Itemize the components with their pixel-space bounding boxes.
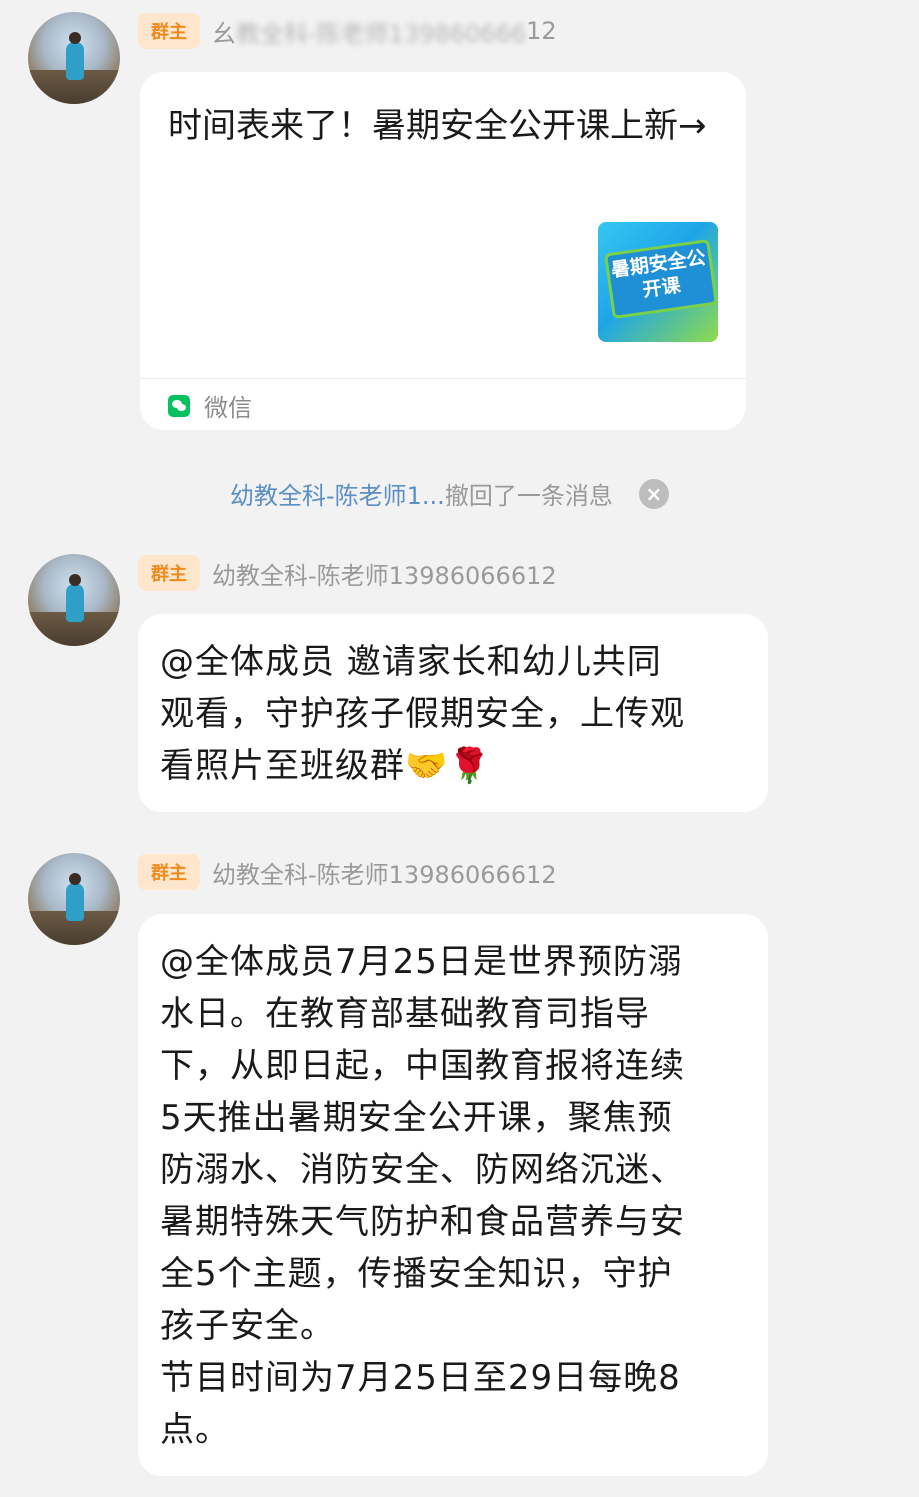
recall-text: 撤回了一条消息 bbox=[444, 482, 613, 510]
close-icon[interactable]: × bbox=[638, 478, 669, 509]
card-thumbnail: 暑期安全公开课 bbox=[598, 222, 718, 342]
link-card-message[interactable]: 时间表来了！暑期安全公开课上新→ 暑期安全公开课 微信 bbox=[140, 72, 746, 430]
sender-name-prefix: 幺 bbox=[212, 19, 236, 48]
group-owner-badge: 群主 bbox=[138, 854, 200, 890]
chat-window: 群主 幺 教全科-陈老师139860666 12 时间表来了！暑期安全公开课上新… bbox=[0, 0, 919, 1497]
sender-row: 群主 幺 教全科-陈老师139860666 12 bbox=[138, 12, 557, 50]
recall-notice: 幼教全科-陈老师1... 撤回了一条消息 × bbox=[230, 476, 669, 511]
card-source-label: 微信 bbox=[204, 394, 252, 422]
recall-sender-link[interactable]: 幼教全科-陈老师1... bbox=[230, 476, 445, 511]
sender-row: 群主 幼教全科-陈老师13986066612 bbox=[138, 554, 557, 592]
sender-name: 幼教全科-陈老师13986066612 bbox=[212, 860, 557, 889]
sender-row: 群主 幼教全科-陈老师13986066612 bbox=[138, 853, 557, 891]
sender-avatar[interactable] bbox=[28, 853, 120, 945]
sender-name-suffix: 12 bbox=[526, 17, 557, 45]
card-divider bbox=[140, 378, 746, 379]
sender-avatar[interactable] bbox=[28, 12, 120, 104]
text-message[interactable]: @全体成员 邀请家长和幼儿共同 观看，守护孩子假期安全，上传观 看照片至班级群🤝… bbox=[138, 614, 768, 812]
sender-name-masked: 教全科-陈老师139860666 bbox=[236, 19, 527, 48]
text-message[interactable]: @全体成员7月25日是世界预防溺 水日。在教育部基础教育司指导 下，从即日起，中… bbox=[138, 914, 768, 1476]
sender-avatar[interactable] bbox=[28, 554, 120, 646]
card-title: 时间表来了！暑期安全公开课上新→ bbox=[168, 106, 707, 146]
message-text: @全体成员 邀请家长和幼儿共同 观看，守护孩子假期安全，上传观 看照片至班级群🤝… bbox=[160, 642, 685, 786]
card-source: 微信 bbox=[168, 388, 252, 423]
wechat-icon bbox=[168, 394, 190, 417]
message-text: @全体成员7月25日是世界预防溺 水日。在教育部基础教育司指导 下，从即日起，中… bbox=[160, 942, 685, 1450]
group-owner-badge: 群主 bbox=[138, 555, 200, 591]
group-owner-badge: 群主 bbox=[138, 13, 200, 49]
sender-name: 幼教全科-陈老师13986066612 bbox=[212, 561, 557, 590]
